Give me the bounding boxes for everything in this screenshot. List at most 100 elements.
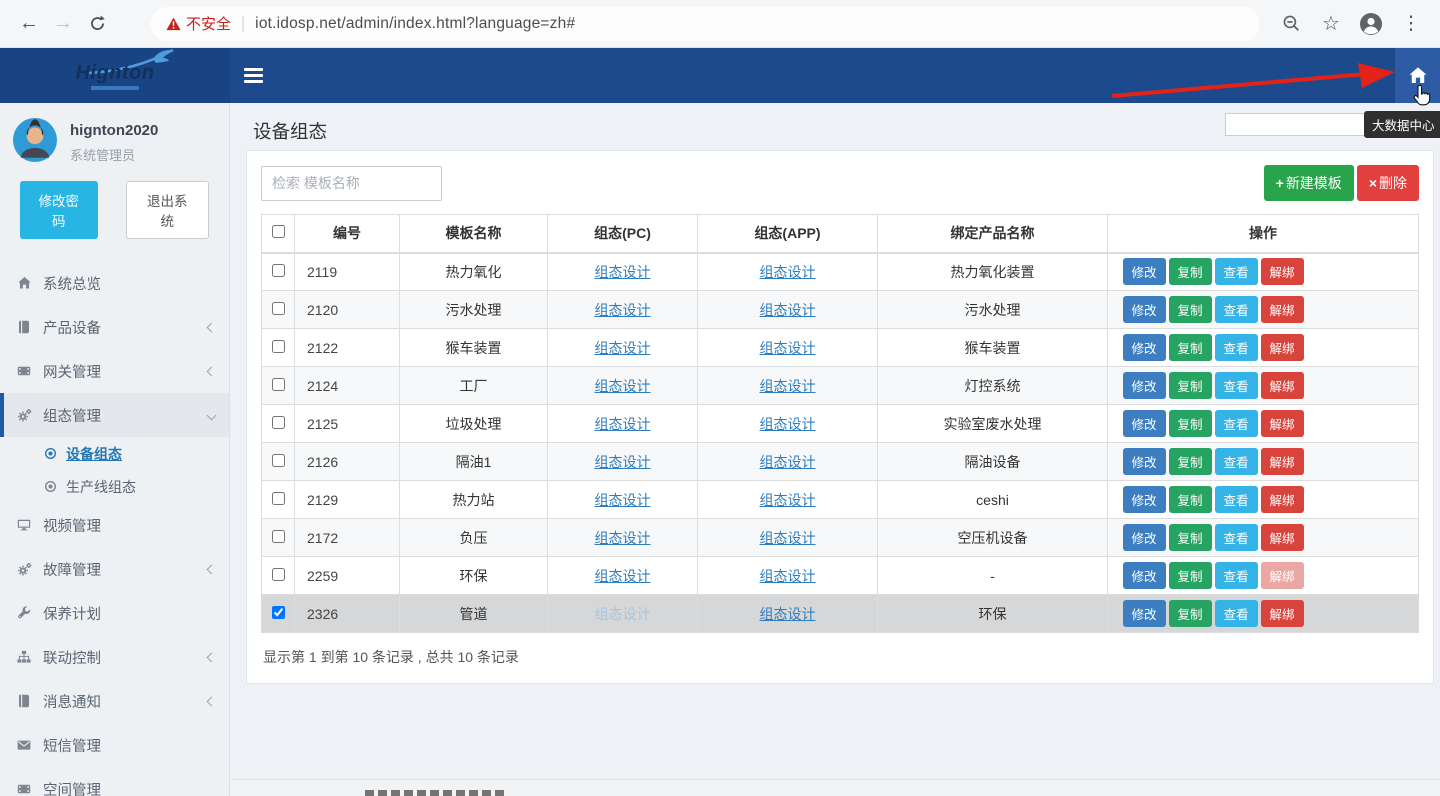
sidebar-subitem-device-config[interactable]: 设备组态 xyxy=(0,437,229,470)
app-config-design-link[interactable]: 组态设计 xyxy=(760,378,816,394)
sidebar-item-linkage-control[interactable]: 联动控制 xyxy=(0,635,229,679)
view-button[interactable]: 查看 xyxy=(1215,562,1258,589)
unbind-button[interactable]: 解绑 xyxy=(1261,334,1304,361)
app-config-design-link[interactable]: 组态设计 xyxy=(760,606,816,622)
security-warning[interactable]: 不安全 xyxy=(166,13,231,34)
view-button[interactable]: 查看 xyxy=(1215,296,1258,323)
copy-button[interactable]: 复制 xyxy=(1169,296,1212,323)
pc-config-design-link[interactable]: 组态设计 xyxy=(595,378,651,394)
change-password-button[interactable]: 修改密码 xyxy=(20,181,98,239)
app-config-design-link[interactable]: 组态设计 xyxy=(760,340,816,356)
edit-button[interactable]: 修改 xyxy=(1123,448,1166,475)
sidebar-item-sms-management[interactable]: 短信管理 xyxy=(0,723,229,767)
edit-button[interactable]: 修改 xyxy=(1123,334,1166,361)
pc-config-design-link[interactable]: 组态设计 xyxy=(595,530,651,546)
edit-button[interactable]: 修改 xyxy=(1123,372,1166,399)
sidebar-item-space-management[interactable]: 空间管理 xyxy=(0,767,229,796)
row-checkbox[interactable] xyxy=(272,416,285,429)
row-checkbox[interactable] xyxy=(272,454,285,467)
row-checkbox[interactable] xyxy=(272,606,285,619)
edit-button[interactable]: 修改 xyxy=(1123,524,1166,551)
unbind-button[interactable]: 解绑 xyxy=(1261,486,1304,513)
sidebar-item-config-management[interactable]: 组态管理 xyxy=(0,393,229,437)
view-button[interactable]: 查看 xyxy=(1215,410,1258,437)
pc-config-design-link[interactable]: 组态设计 xyxy=(595,454,651,470)
view-button[interactable]: 查看 xyxy=(1215,258,1258,285)
copy-button[interactable]: 复制 xyxy=(1169,410,1212,437)
unbind-button[interactable]: 解绑 xyxy=(1261,296,1304,323)
select-all-checkbox[interactable] xyxy=(272,225,285,238)
app-config-design-link[interactable]: 组态设计 xyxy=(760,568,816,584)
row-checkbox[interactable] xyxy=(272,302,285,315)
pc-config-design-link[interactable]: 组态设计 xyxy=(595,568,651,584)
edit-button[interactable]: 修改 xyxy=(1123,486,1166,513)
sidebar-item-fault-management[interactable]: 故障管理 xyxy=(0,547,229,591)
edit-button[interactable]: 修改 xyxy=(1123,562,1166,589)
row-checkbox[interactable] xyxy=(272,340,285,353)
sidebar-subitem-production-line-config[interactable]: 生产线组态 xyxy=(0,470,229,503)
view-button[interactable]: 查看 xyxy=(1215,334,1258,361)
profile-avatar-icon[interactable] xyxy=(1354,7,1388,41)
unbind-button[interactable]: 解绑 xyxy=(1261,600,1304,627)
copy-button[interactable]: 复制 xyxy=(1169,258,1212,285)
view-button[interactable]: 查看 xyxy=(1215,524,1258,551)
view-button[interactable]: 查看 xyxy=(1215,486,1258,513)
row-checkbox[interactable] xyxy=(272,492,285,505)
copy-button[interactable]: 复制 xyxy=(1169,372,1212,399)
forward-icon[interactable]: → xyxy=(46,7,80,41)
header-search-input[interactable] xyxy=(1225,113,1383,136)
url-bar[interactable]: 不安全 | iot.idosp.net/admin/index.html?lan… xyxy=(150,7,1260,41)
view-button[interactable]: 查看 xyxy=(1215,600,1258,627)
sidebar-item-gateway-management[interactable]: 网关管理 xyxy=(0,349,229,393)
sidebar-item-message-notification[interactable]: 消息通知 xyxy=(0,679,229,723)
copy-button[interactable]: 复制 xyxy=(1169,600,1212,627)
copy-button[interactable]: 复制 xyxy=(1169,562,1212,589)
unbind-button[interactable]: 解绑 xyxy=(1261,410,1304,437)
logout-button[interactable]: 退出系统 xyxy=(126,181,210,239)
unbind-button[interactable]: 解绑 xyxy=(1261,562,1304,589)
refresh-icon[interactable] xyxy=(80,7,114,41)
unbind-button[interactable]: 解绑 xyxy=(1261,448,1304,475)
row-checkbox[interactable] xyxy=(272,378,285,391)
app-config-design-link[interactable]: 组态设计 xyxy=(760,454,816,470)
view-button[interactable]: 查看 xyxy=(1215,448,1258,475)
row-checkbox[interactable] xyxy=(272,530,285,543)
app-config-design-link[interactable]: 组态设计 xyxy=(760,492,816,508)
edit-button[interactable]: 修改 xyxy=(1123,600,1166,627)
edit-button[interactable]: 修改 xyxy=(1123,258,1166,285)
pc-config-design-link[interactable]: 组态设计 xyxy=(595,340,651,356)
app-config-design-link[interactable]: 组态设计 xyxy=(760,264,816,280)
view-button[interactable]: 查看 xyxy=(1215,372,1258,399)
sidebar-toggle-button[interactable] xyxy=(244,68,263,83)
sidebar-item-system-overview[interactable]: 系统总览 xyxy=(0,261,229,305)
app-config-design-link[interactable]: 组态设计 xyxy=(760,302,816,318)
pc-config-design-link[interactable]: 组态设计 xyxy=(595,606,651,622)
unbind-button[interactable]: 解绑 xyxy=(1261,258,1304,285)
copy-button[interactable]: 复制 xyxy=(1169,334,1212,361)
edit-button[interactable]: 修改 xyxy=(1123,410,1166,437)
row-checkbox[interactable] xyxy=(272,264,285,277)
home-button[interactable] xyxy=(1395,48,1440,103)
bookmark-star-icon[interactable]: ☆ xyxy=(1314,7,1348,41)
browser-menu-icon[interactable]: ⋮ xyxy=(1394,7,1428,41)
unbind-button[interactable]: 解绑 xyxy=(1261,524,1304,551)
pc-config-design-link[interactable]: 组态设计 xyxy=(595,302,651,318)
template-search-input[interactable] xyxy=(261,166,442,201)
edit-button[interactable]: 修改 xyxy=(1123,296,1166,323)
sidebar-item-video-management[interactable]: 视频管理 xyxy=(0,503,229,547)
new-template-button[interactable]: +新建模板 xyxy=(1264,165,1354,201)
sidebar-item-maintenance-plan[interactable]: 保养计划 xyxy=(0,591,229,635)
row-checkbox[interactable] xyxy=(272,568,285,581)
sidebar-item-product-devices[interactable]: 产品设备 xyxy=(0,305,229,349)
app-config-design-link[interactable]: 组态设计 xyxy=(760,530,816,546)
copy-button[interactable]: 复制 xyxy=(1169,448,1212,475)
copy-button[interactable]: 复制 xyxy=(1169,486,1212,513)
app-config-design-link[interactable]: 组态设计 xyxy=(760,416,816,432)
unbind-button[interactable]: 解绑 xyxy=(1261,372,1304,399)
pc-config-design-link[interactable]: 组态设计 xyxy=(595,416,651,432)
delete-button[interactable]: ×删除 xyxy=(1357,165,1419,201)
pc-config-design-link[interactable]: 组态设计 xyxy=(595,492,651,508)
pc-config-design-link[interactable]: 组态设计 xyxy=(595,264,651,280)
zoom-out-icon[interactable] xyxy=(1274,7,1308,41)
copy-button[interactable]: 复制 xyxy=(1169,524,1212,551)
